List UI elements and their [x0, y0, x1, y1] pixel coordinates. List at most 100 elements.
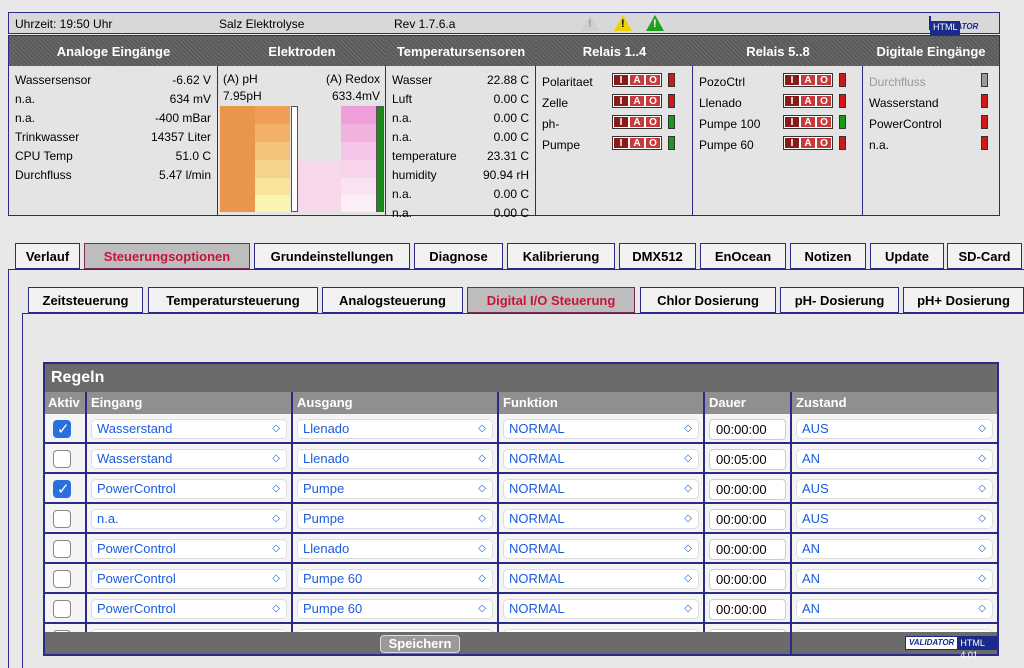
relay-auto-button[interactable]: A: [800, 95, 816, 107]
subtab-analogsteuerung[interactable]: Analogsteuerung: [322, 287, 463, 313]
zustand-select[interactable]: AUS ◇: [796, 479, 993, 499]
relay-on-button[interactable]: O: [645, 137, 661, 149]
ausgang-select[interactable]: Pumpe 60 ◇: [297, 569, 493, 589]
funktion-select[interactable]: NORMAL ◇: [503, 479, 699, 499]
aktiv-checkbox[interactable]: [53, 450, 71, 468]
ausgang-select[interactable]: Llenado ◇: [297, 449, 493, 469]
tab-notizen[interactable]: Notizen: [790, 243, 866, 269]
subtab-ph-dosierung[interactable]: pH- Dosierung: [780, 287, 899, 313]
validator-badge[interactable]: VALIDATOR HTML 4.01: [929, 16, 978, 45]
relay-off-button[interactable]: I: [784, 95, 800, 107]
aktiv-checkbox[interactable]: [53, 480, 71, 498]
dauer-input[interactable]: 00:00:00: [709, 509, 786, 530]
tab-enocean[interactable]: EnOcean: [700, 243, 786, 269]
warning-grey-icon[interactable]: [581, 15, 599, 31]
warning-green-icon[interactable]: [646, 15, 664, 31]
subtab-zeitsteuerung[interactable]: Zeitsteuerung: [28, 287, 143, 313]
funktion-select[interactable]: NORMAL ◇: [503, 539, 699, 559]
relay-auto-button[interactable]: A: [800, 137, 816, 149]
funktion-select[interactable]: NORMAL ◇: [503, 569, 699, 589]
tab-grundeinstellungen[interactable]: Grundeinstellungen: [254, 243, 410, 269]
relay-iao-switch[interactable]: IAO: [783, 115, 833, 129]
eingang-select[interactable]: PowerControl ◇: [91, 479, 287, 499]
relay-auto-button[interactable]: A: [800, 74, 816, 86]
funktion-select[interactable]: NORMAL ◇: [503, 599, 699, 619]
zustand-select[interactable]: AN ◇: [796, 539, 993, 559]
zustand-value: AUS: [802, 421, 829, 436]
warning-yellow-icon[interactable]: [614, 15, 632, 31]
tab-sd-card[interactable]: SD-Card: [947, 243, 1022, 269]
ausgang-select[interactable]: Pumpe 60 ◇: [297, 599, 493, 619]
relay-on-button[interactable]: O: [816, 74, 832, 86]
relay-auto-button[interactable]: A: [629, 116, 645, 128]
relay-off-button[interactable]: I: [784, 116, 800, 128]
zustand-select[interactable]: AUS ◇: [796, 419, 993, 439]
relay-off-button[interactable]: I: [613, 74, 629, 86]
dauer-input[interactable]: 00:00:00: [709, 419, 786, 440]
relay-off-button[interactable]: I: [784, 74, 800, 86]
relay-iao-switch[interactable]: IAO: [783, 94, 833, 108]
zustand-select[interactable]: AUS ◇: [796, 509, 993, 529]
relay-on-button[interactable]: O: [816, 137, 832, 149]
dauer-input[interactable]: 00:00:00: [709, 599, 786, 620]
subtab-temperatursteuerung[interactable]: Temperatursteuerung: [148, 287, 318, 313]
relay-on-button[interactable]: O: [645, 74, 661, 86]
eingang-select[interactable]: PowerControl ◇: [91, 569, 287, 589]
relay-iao-switch[interactable]: IAO: [612, 115, 662, 129]
relay-on-button[interactable]: O: [645, 116, 661, 128]
relay-iao-switch[interactable]: IAO: [612, 136, 662, 150]
relay-iao-switch[interactable]: IAO: [783, 73, 833, 87]
dauer-input[interactable]: 00:00:00: [709, 569, 786, 590]
digital-status-lamp: [981, 73, 988, 87]
relay-iao-switch[interactable]: IAO: [612, 73, 662, 87]
eingang-select[interactable]: PowerControl ◇: [91, 539, 287, 559]
ausgang-select[interactable]: Pumpe ◇: [297, 479, 493, 499]
relay-off-button[interactable]: I: [613, 137, 629, 149]
subtab-digital-i-o-steuerung[interactable]: Digital I/O Steuerung: [467, 287, 635, 313]
zustand-select[interactable]: AN ◇: [796, 599, 993, 619]
relay-off-button[interactable]: I: [613, 116, 629, 128]
funktion-select[interactable]: NORMAL ◇: [503, 509, 699, 529]
ausgang-select[interactable]: Pumpe ◇: [297, 509, 493, 529]
subtab-chlor-dosierung[interactable]: Chlor Dosierung: [640, 287, 776, 313]
tab-dmx512[interactable]: DMX512: [619, 243, 696, 269]
funktion-select[interactable]: NORMAL ◇: [503, 419, 699, 439]
tab-steuerungsoptionen[interactable]: Steuerungsoptionen: [84, 243, 250, 269]
relay-auto-button[interactable]: A: [629, 95, 645, 107]
eingang-select[interactable]: PowerControl ◇: [91, 599, 287, 619]
relay-off-button[interactable]: I: [784, 137, 800, 149]
ausgang-select[interactable]: Llenado ◇: [297, 419, 493, 439]
relay-on-button[interactable]: O: [645, 95, 661, 107]
aktiv-checkbox[interactable]: [53, 420, 71, 438]
aktiv-checkbox[interactable]: [53, 570, 71, 588]
tab-verlauf[interactable]: Verlauf: [15, 243, 80, 269]
relay-iao-switch[interactable]: IAO: [783, 136, 833, 150]
eingang-select[interactable]: Wasserstand ◇: [91, 449, 287, 469]
ausgang-select[interactable]: Llenado ◇: [297, 539, 493, 559]
relay-auto-button[interactable]: A: [629, 74, 645, 86]
relay-on-button[interactable]: O: [816, 95, 832, 107]
relay-off-button[interactable]: I: [613, 95, 629, 107]
zustand-select[interactable]: AN ◇: [796, 449, 993, 469]
relay-on-button[interactable]: O: [816, 116, 832, 128]
tab-diagnose[interactable]: Diagnose: [414, 243, 503, 269]
aktiv-checkbox[interactable]: [53, 600, 71, 618]
dauer-input[interactable]: 00:05:00: [709, 449, 786, 470]
save-button[interactable]: Speichern: [380, 635, 460, 653]
eingang-select[interactable]: Wasserstand ◇: [91, 419, 287, 439]
relay-auto-button[interactable]: A: [800, 116, 816, 128]
dauer-input[interactable]: 00:00:00: [709, 539, 786, 560]
funktion-select[interactable]: NORMAL ◇: [503, 449, 699, 469]
tab-kalibrierung[interactable]: Kalibrierung: [507, 243, 615, 269]
zustand-select[interactable]: AN ◇: [796, 569, 993, 589]
aktiv-checkbox[interactable]: [53, 540, 71, 558]
relay-auto-button[interactable]: A: [629, 137, 645, 149]
subtab-ph-dosierung[interactable]: pH+ Dosierung: [903, 287, 1024, 313]
tab-update[interactable]: Update: [870, 243, 944, 269]
aktiv-checkbox[interactable]: [53, 510, 71, 528]
relay-iao-switch[interactable]: IAO: [612, 94, 662, 108]
dauer-input[interactable]: 00:00:00: [709, 479, 786, 500]
zustand-value: AN: [802, 541, 821, 556]
eingang-select[interactable]: n.a. ◇: [91, 509, 287, 529]
validator-badge-footer[interactable]: VALIDATOR HTML 4.01: [905, 636, 997, 660]
